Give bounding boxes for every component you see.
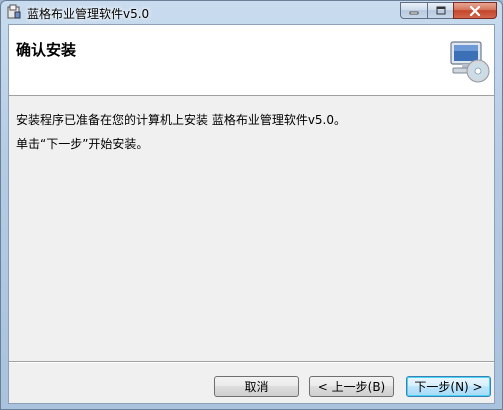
close-icon bbox=[469, 5, 481, 16]
footer-divider bbox=[9, 361, 494, 363]
header-panel: 确认安装 bbox=[9, 25, 494, 96]
maximize-icon bbox=[436, 6, 445, 15]
ready-message: 安装程序已准备在您的计算机上安装 蓝格布业管理软件v5.0。 bbox=[16, 113, 347, 127]
cancel-button[interactable]: 取消 bbox=[214, 376, 299, 397]
minimize-button[interactable] bbox=[400, 2, 427, 19]
installer-window: 蓝格布业管理软件v5.0 确认安装 安装程序已准备在您的计算机上安装 蓝格布业管… bbox=[0, 0, 503, 410]
window-title: 蓝格布业管理软件v5.0 bbox=[27, 7, 150, 21]
installer-app-icon[interactable] bbox=[6, 4, 22, 20]
title-bar[interactable]: 蓝格布业管理软件v5.0 bbox=[1, 1, 502, 23]
page-title: 确认安装 bbox=[16, 41, 77, 59]
computer-cd-icon bbox=[450, 41, 490, 83]
maximize-button[interactable] bbox=[427, 2, 453, 19]
click-next-message: 单击“下一步”开始安装。 bbox=[16, 137, 149, 151]
caption-buttons bbox=[400, 2, 497, 20]
installer-content: 确认安装 安装程序已准备在您的计算机上安装 蓝格布业管理软件v5.0。 单击“下… bbox=[8, 24, 495, 404]
minimize-icon bbox=[409, 11, 419, 14]
next-button[interactable]: 下一步(N) > bbox=[406, 376, 491, 397]
back-button[interactable]: < 上一步(B) bbox=[309, 376, 394, 397]
close-button[interactable] bbox=[453, 2, 497, 19]
